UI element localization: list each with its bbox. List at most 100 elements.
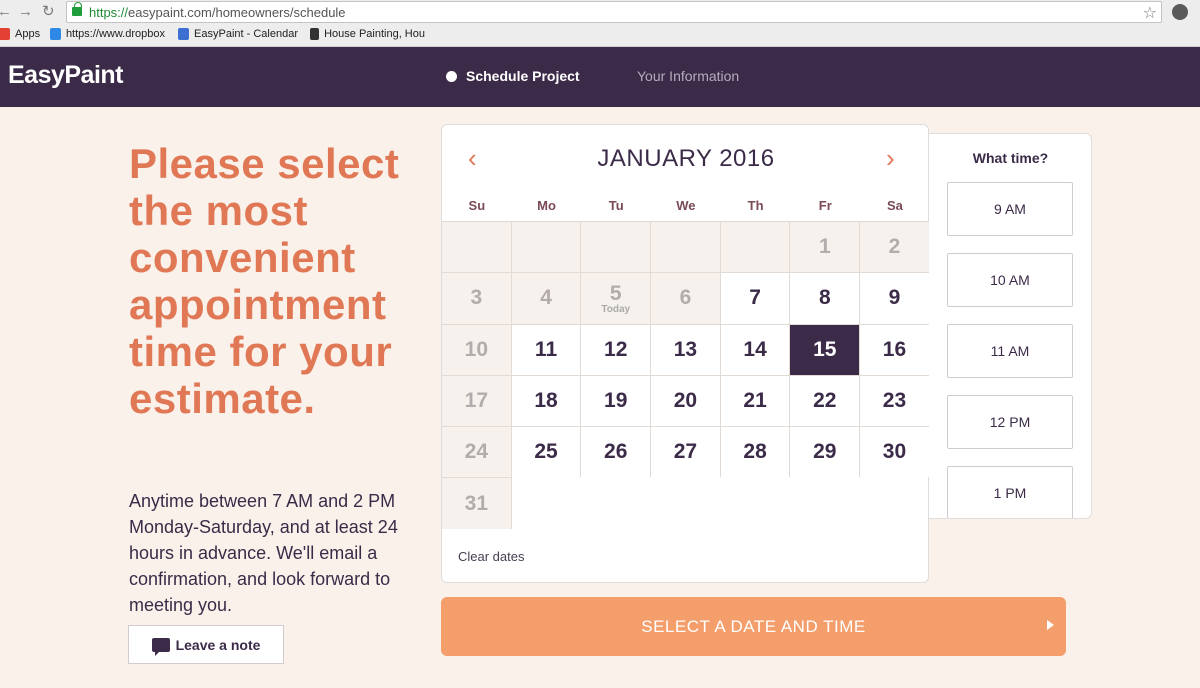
calendar-day[interactable]: 23 bbox=[860, 374, 930, 427]
calendar-day: 6 bbox=[651, 272, 721, 324]
address-row: ← → ↻ https://easypaint.com/homeowners/s… bbox=[0, 0, 1200, 24]
weekday-header: Su Mo Tu We Th Fr Sa bbox=[442, 198, 930, 213]
address-bar[interactable]: https://easypaint.com/homeowners/schedul… bbox=[66, 1, 1162, 23]
calendar-day: 2 bbox=[860, 221, 930, 273]
calendar-day: 24 bbox=[442, 426, 512, 478]
weekday-label: Th bbox=[747, 198, 764, 213]
day-number: 11 bbox=[534, 337, 558, 361]
calendar-day[interactable]: 14 bbox=[720, 323, 791, 375]
day-number: 1 bbox=[818, 235, 831, 259]
day-number: 14 bbox=[743, 337, 767, 361]
clear-dates-link[interactable]: Clear dates bbox=[458, 549, 524, 564]
day-number: 13 bbox=[673, 337, 698, 361]
day-number: 4 bbox=[540, 286, 552, 310]
day-number: 10 bbox=[464, 337, 489, 361]
select-date-time-button[interactable]: SELECT A DATE AND TIME bbox=[441, 597, 1066, 656]
calendar-day[interactable]: 30 bbox=[860, 426, 930, 478]
calendar-day[interactable]: 20 bbox=[651, 374, 721, 427]
day-number: 31 bbox=[464, 491, 489, 515]
calendar-day[interactable]: 9 bbox=[860, 272, 930, 324]
calendar-day[interactable]: 8 bbox=[790, 272, 861, 324]
calendar-day[interactable]: 18 bbox=[511, 374, 582, 427]
time-picker-title: What time? bbox=[972, 150, 1049, 166]
day-number: 2 bbox=[888, 235, 901, 259]
site-header: EasyPaint Schedule Project Your Informat… bbox=[0, 47, 1200, 107]
calendar-day[interactable]: 21 bbox=[720, 374, 791, 427]
time-slot-button[interactable]: 9 AM bbox=[947, 182, 1073, 236]
bookmark-item[interactable]: EasyPaint - Calendar bbox=[178, 28, 298, 40]
bookmark-star-icon[interactable]: ☆ bbox=[1143, 3, 1157, 23]
calendar-day[interactable]: 25 bbox=[511, 426, 582, 478]
play-arrow-icon bbox=[1047, 620, 1054, 630]
time-slot-button[interactable]: 11 AM bbox=[947, 324, 1073, 378]
calendar-empty-cell bbox=[651, 477, 721, 528]
next-month-chevron-icon[interactable]: › bbox=[886, 145, 895, 171]
weekday-label: We bbox=[676, 198, 696, 213]
bookmarks-bar: Apps https://www.dropbox EasyPaint - Calen… bbox=[0, 25, 1200, 45]
calendar-day[interactable]: 12 bbox=[581, 323, 652, 375]
calendar: ‹ JANUARY 2016 › Su Mo Tu We Th Fr Sa 1 2 3 4 5 Tod… bbox=[441, 124, 930, 583]
day-number: 25 bbox=[534, 440, 558, 464]
active-step-dot-icon bbox=[446, 70, 457, 82]
calendar-day[interactable]: 26 bbox=[581, 426, 652, 478]
day-number: 7 bbox=[749, 286, 761, 310]
calendar-week-row: 17 18 19 20 21 22 23 bbox=[442, 374, 930, 427]
calendar-empty-cell bbox=[721, 477, 791, 528]
back-icon[interactable]: ← bbox=[0, 3, 12, 21]
calendar-day: 1 bbox=[790, 221, 861, 273]
calendar-empty-cell bbox=[511, 221, 582, 273]
logo[interactable]: EasyPaint bbox=[8, 61, 124, 90]
url-text: https://easypaint.com/homeowners/schedul… bbox=[89, 5, 346, 20]
time-slot-button[interactable]: 10 AM bbox=[947, 253, 1073, 307]
calendar-day[interactable]: 13 bbox=[651, 323, 721, 375]
bookmark-label: Apps bbox=[15, 28, 41, 40]
calendar-day[interactable]: 11 bbox=[511, 323, 582, 375]
calendar-day[interactable]: 28 bbox=[720, 426, 791, 478]
calendar-empty-cell bbox=[442, 221, 512, 273]
bookmark-label: House Painting, Hou bbox=[324, 28, 425, 40]
calendar-week-row: 31 bbox=[442, 477, 930, 529]
calendar-empty-cell bbox=[581, 477, 651, 528]
day-number: 20 bbox=[673, 389, 698, 413]
bookmark-item[interactable]: Apps bbox=[0, 28, 40, 40]
day-number: 29 bbox=[813, 440, 837, 464]
reload-icon[interactable]: ↻ bbox=[42, 3, 55, 21]
calendar-day-selected[interactable]: 15 bbox=[790, 323, 861, 375]
calendar-day[interactable]: 27 bbox=[651, 426, 721, 478]
calendar-empty-cell bbox=[512, 477, 582, 528]
calendar-day[interactable]: 19 bbox=[581, 374, 652, 427]
weekday-label: Su bbox=[468, 198, 486, 213]
scheduling-info: Anytime between 7 AM and 2 PM Monday-Sat… bbox=[129, 491, 398, 615]
calendar-day[interactable]: 16 bbox=[860, 323, 930, 375]
bookmark-favicon-icon bbox=[178, 28, 190, 40]
calendar-week-row: 24 25 26 27 28 29 30 bbox=[442, 426, 930, 478]
calendar-empty-cell bbox=[860, 477, 930, 528]
day-number: 27 bbox=[673, 440, 698, 464]
calendar-day[interactable]: 29 bbox=[790, 426, 861, 478]
day-number: 19 bbox=[604, 389, 628, 413]
day-number: 24 bbox=[464, 440, 489, 464]
calendar-week-row: 12 bbox=[442, 221, 930, 273]
day-number: 16 bbox=[882, 337, 907, 361]
day-number: 30 bbox=[882, 440, 907, 464]
forward-icon[interactable]: → bbox=[18, 3, 33, 21]
day-number: 15 bbox=[813, 337, 837, 361]
time-slot-button[interactable]: 1 PM bbox=[947, 466, 1073, 518]
day-number: 3 bbox=[470, 286, 483, 310]
calendar-day: 10 bbox=[442, 323, 512, 375]
time-slot-button[interactable]: 12 PM bbox=[947, 395, 1073, 449]
weekday-label: Tu bbox=[608, 198, 624, 213]
day-number: 18 bbox=[534, 389, 558, 413]
calendar-day: 3 bbox=[442, 272, 512, 324]
bookmark-item[interactable]: House Painting, Hou bbox=[310, 28, 425, 40]
day-number: 9 bbox=[888, 286, 901, 310]
step-label: Schedule Project bbox=[466, 68, 580, 84]
leave-note-button[interactable]: Leave a note bbox=[128, 625, 284, 664]
browser-chrome: ← → ↻ https://easypaint.com/homeowners/s… bbox=[0, 0, 1200, 47]
calendar-empty-cell bbox=[581, 221, 652, 273]
extension-icon[interactable] bbox=[1172, 4, 1188, 20]
bookmark-item[interactable]: https://www.dropbox bbox=[50, 28, 165, 40]
calendar-day[interactable]: 7 bbox=[720, 272, 791, 324]
calendar-empty-cell bbox=[720, 221, 791, 273]
calendar-day[interactable]: 22 bbox=[790, 374, 861, 427]
